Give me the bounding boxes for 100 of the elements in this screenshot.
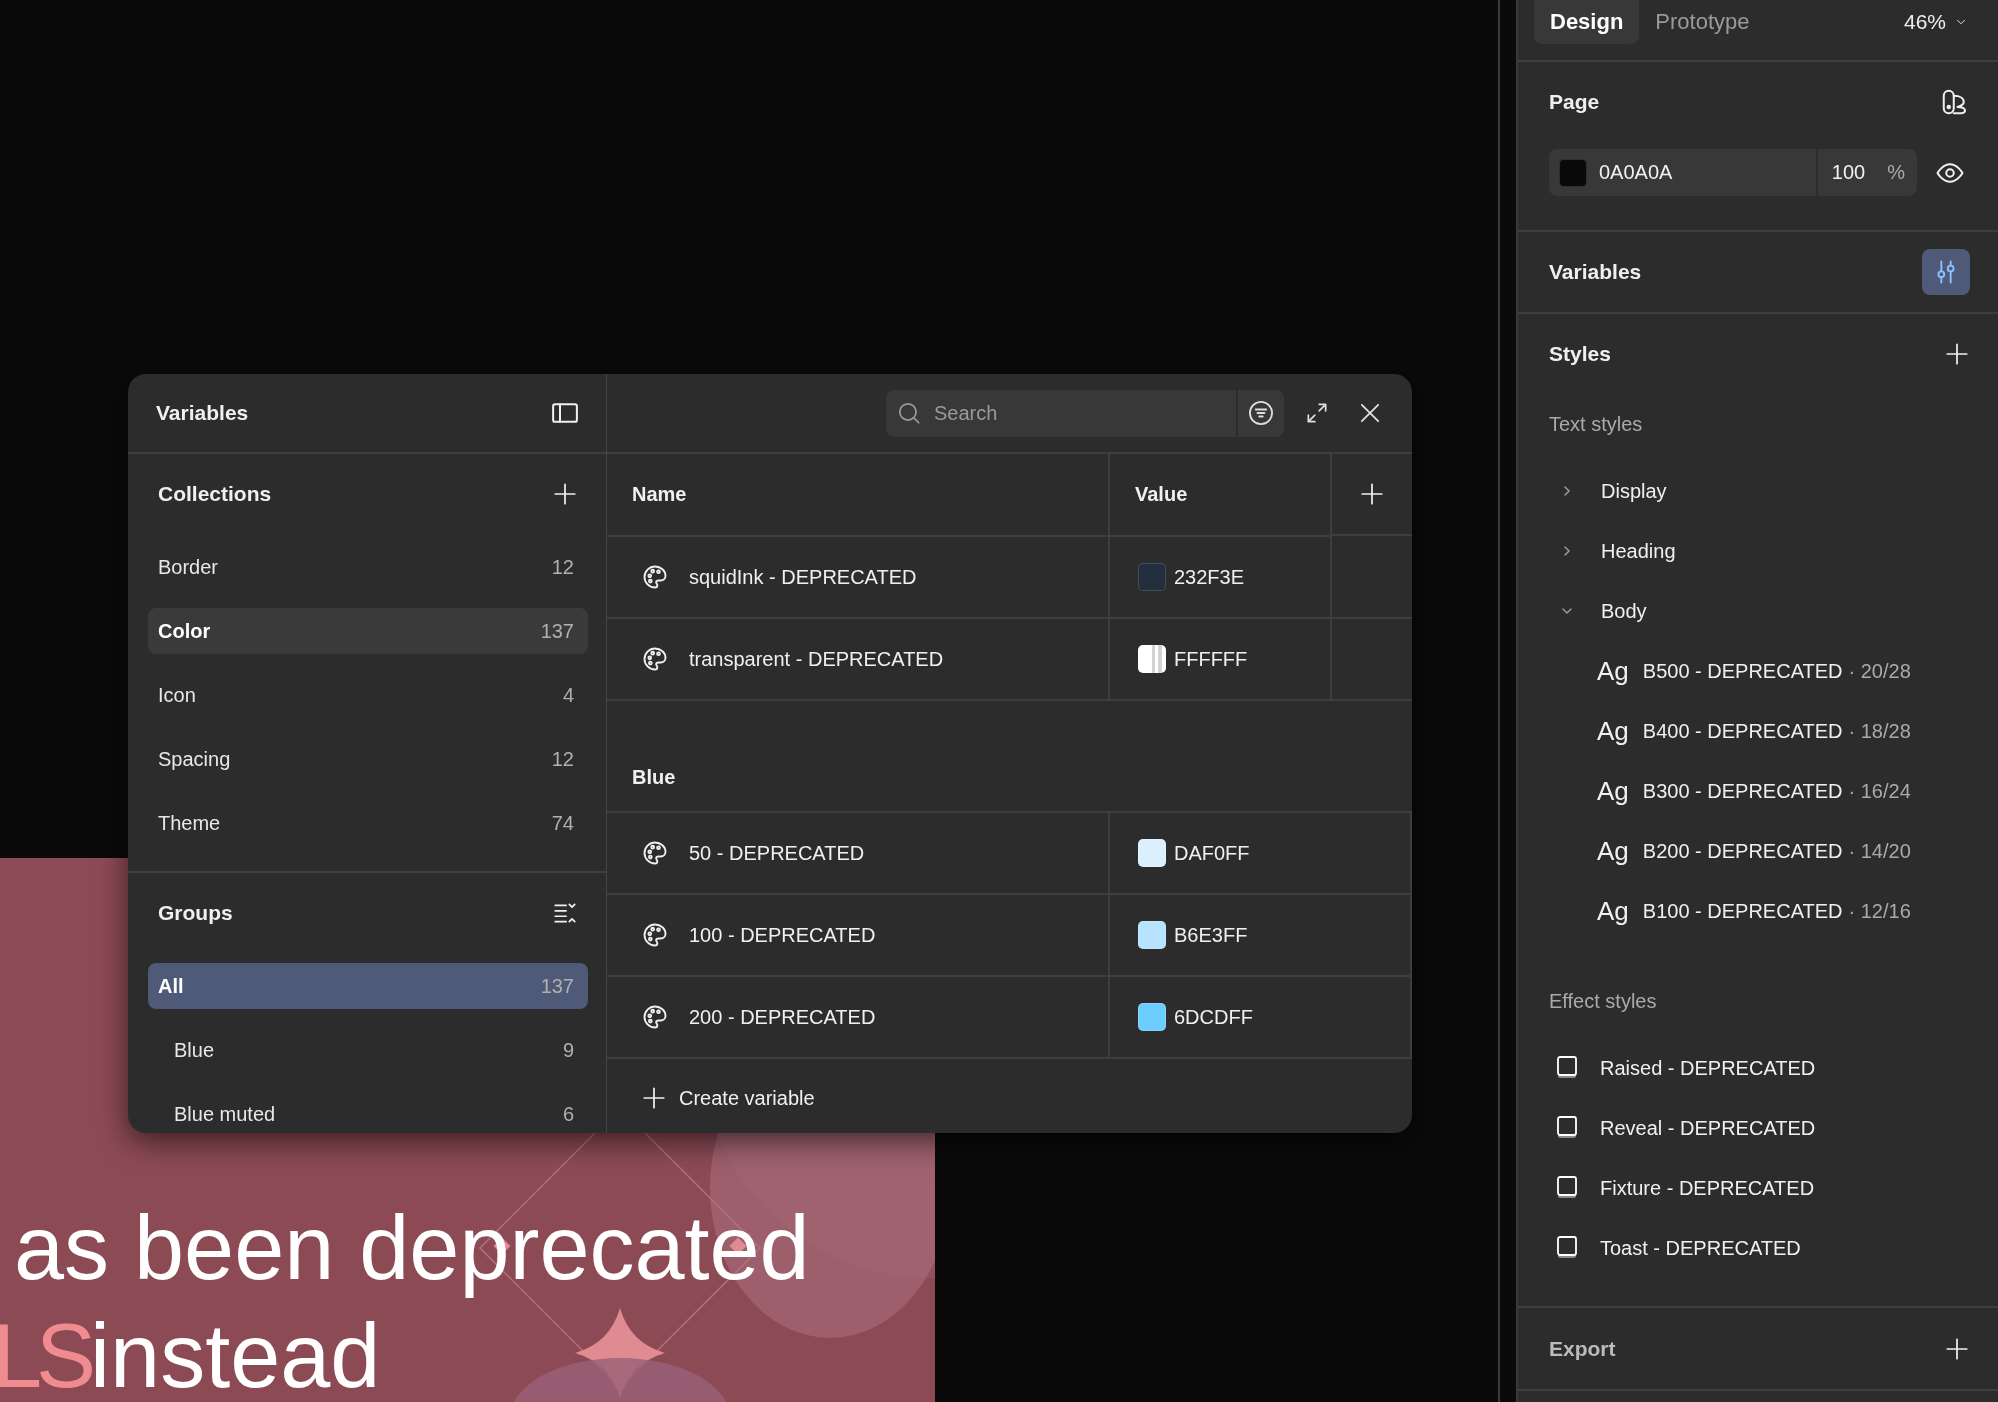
item-label: Theme — [158, 811, 221, 835]
search-field[interactable]: Search — [886, 389, 1236, 437]
add-column-icon[interactable] — [1359, 481, 1385, 507]
text-style-item[interactable]: Ag B400 - DEPRECATED · 18/28 — [1549, 701, 1970, 761]
group-heading: Blue — [607, 701, 1412, 813]
palette-icon — [641, 645, 669, 673]
item-count: 137 — [540, 974, 574, 998]
plus-icon[interactable] — [1944, 341, 1970, 367]
text-style-item[interactable]: Ag B300 - DEPRECATED · 16/24 — [1549, 761, 1970, 821]
text-style-item[interactable]: Ag B200 - DEPRECATED · 14/20 — [1549, 821, 1970, 881]
collection-item[interactable]: Icon 4 — [148, 672, 588, 718]
type-preview: Ag — [1597, 775, 1629, 807]
variable-name: transparent - DEPRECATED — [689, 647, 944, 671]
effect-style-name[interactable]: Toast - DEPRECATED — [1600, 1236, 1801, 1260]
item-count: 137 — [540, 619, 574, 643]
create-variable-button[interactable]: Create variable — [607, 1059, 1412, 1133]
zoom-dropdown[interactable]: 46% — [1903, 0, 1982, 44]
effect-style-name[interactable]: Fixture - DEPRECATED — [1600, 1176, 1815, 1200]
item-label: All — [158, 974, 184, 998]
palette-icon — [641, 563, 669, 591]
section-title: Styles — [1549, 342, 1611, 366]
collection-item[interactable]: Theme 74 — [148, 800, 588, 846]
type-preview: Ag — [1597, 655, 1629, 687]
effect-style-icon — [1556, 1116, 1578, 1140]
variable-value: 6DCDFF — [1174, 1005, 1253, 1029]
item-count: 12 — [551, 555, 574, 579]
section-title: Variables — [1549, 260, 1642, 284]
expand-icon — [1304, 400, 1330, 426]
item-label: Blue muted — [174, 1102, 276, 1126]
panel-tab[interactable]: Design — [1534, 0, 1640, 44]
effect-style-name[interactable]: Raised - DEPRECATED — [1600, 1056, 1816, 1080]
style-size: · 12/16 — [1848, 899, 1911, 923]
effect-style-icon — [1556, 1056, 1578, 1080]
style-group[interactable]: Display — [1601, 479, 1667, 503]
group-item[interactable]: Blue 9 — [148, 1027, 588, 1073]
text-style-item[interactable]: Ag B500 - DEPRECATED · 20/28 — [1549, 641, 1970, 701]
page-color-field[interactable]: 0A0A0A 100 % — [1549, 149, 1917, 196]
variable-value: DAF0FF — [1174, 841, 1250, 865]
item-label: Color — [158, 619, 211, 643]
headline-text: as been deprecated — [13, 1197, 810, 1300]
filter-icon — [1247, 399, 1275, 427]
section-title: Page — [1549, 90, 1600, 114]
palette-icon — [641, 921, 669, 949]
item-count: 9 — [562, 1038, 574, 1062]
search-icon — [896, 400, 922, 426]
style-name: B400 - DEPRECATED — [1642, 719, 1843, 743]
headline-text: LSinstead — [0, 1302, 381, 1402]
style-size: · 20/28 — [1848, 659, 1911, 683]
variable-name: 200 - DEPRECATED — [689, 1005, 876, 1029]
item-label: Blue — [174, 1038, 215, 1062]
variables-button[interactable] — [1922, 249, 1970, 295]
style-group[interactable]: Heading — [1601, 539, 1676, 563]
unit-label: % — [1887, 161, 1905, 184]
filter-button[interactable] — [1238, 389, 1284, 437]
group-item[interactable]: All 137 — [148, 963, 588, 1009]
subsection-label: Effect styles — [1549, 988, 1658, 1014]
palette-icon — [641, 839, 669, 867]
style-name: B100 - DEPRECATED — [1642, 899, 1843, 923]
item-label: Spacing — [158, 747, 231, 771]
variable-value: 232F3E — [1174, 565, 1245, 589]
variable-name: 100 - DEPRECATED — [689, 923, 876, 947]
plus-icon — [641, 1085, 667, 1111]
style-name: B500 - DEPRECATED — [1642, 659, 1843, 683]
column-header: Value — [1110, 454, 1332, 537]
variable-name: 50 - DEPRECATED — [689, 841, 865, 865]
palette-icon — [641, 1003, 669, 1031]
variable-value: B6E3FF — [1174, 923, 1248, 947]
style-size: · 16/24 — [1848, 779, 1911, 803]
item-count: 74 — [551, 811, 574, 835]
section-title: Export — [1549, 1336, 1616, 1361]
section-title: Collections — [158, 482, 272, 506]
collection-item[interactable]: Color 137 — [148, 608, 588, 654]
style-size: · 14/20 — [1848, 839, 1911, 863]
item-count: 6 — [562, 1102, 574, 1126]
collection-item[interactable]: Border 12 — [148, 544, 588, 590]
effect-style-name[interactable]: Reveal - DEPRECATED — [1600, 1116, 1816, 1140]
type-preview: Ag — [1597, 895, 1629, 927]
variable-name: squidInk - DEPRECATED — [689, 565, 917, 589]
item-count: 4 — [562, 683, 574, 707]
item-label: Icon — [158, 683, 196, 707]
plus-icon[interactable] — [552, 481, 578, 507]
hex-value: 0A0A0A — [1599, 161, 1673, 184]
item-label: Border — [158, 555, 219, 579]
style-name: B300 - DEPRECATED — [1642, 779, 1843, 803]
type-preview: Ag — [1597, 715, 1629, 747]
style-size: · 18/28 — [1848, 719, 1911, 743]
list-collapse-icon[interactable] — [552, 900, 578, 926]
type-preview: Ag — [1597, 835, 1629, 867]
variable-value: FFFFFF — [1174, 647, 1248, 671]
panel-tab[interactable]: Prototype — [1639, 0, 1766, 44]
effect-style-icon — [1556, 1176, 1578, 1200]
collection-item[interactable]: Spacing 12 — [148, 736, 588, 782]
group-item[interactable]: Blue muted 6 — [148, 1091, 588, 1133]
opacity-value: 100 — [1831, 161, 1866, 184]
item-count: 12 — [551, 747, 574, 771]
search-input[interactable]: Search — [932, 400, 1196, 426]
text-style-item[interactable]: Ag B100 - DEPRECATED · 12/16 — [1549, 881, 1970, 941]
effect-style-icon — [1556, 1236, 1578, 1260]
column-header: Name — [607, 454, 1110, 537]
style-group[interactable]: Body — [1601, 599, 1647, 623]
